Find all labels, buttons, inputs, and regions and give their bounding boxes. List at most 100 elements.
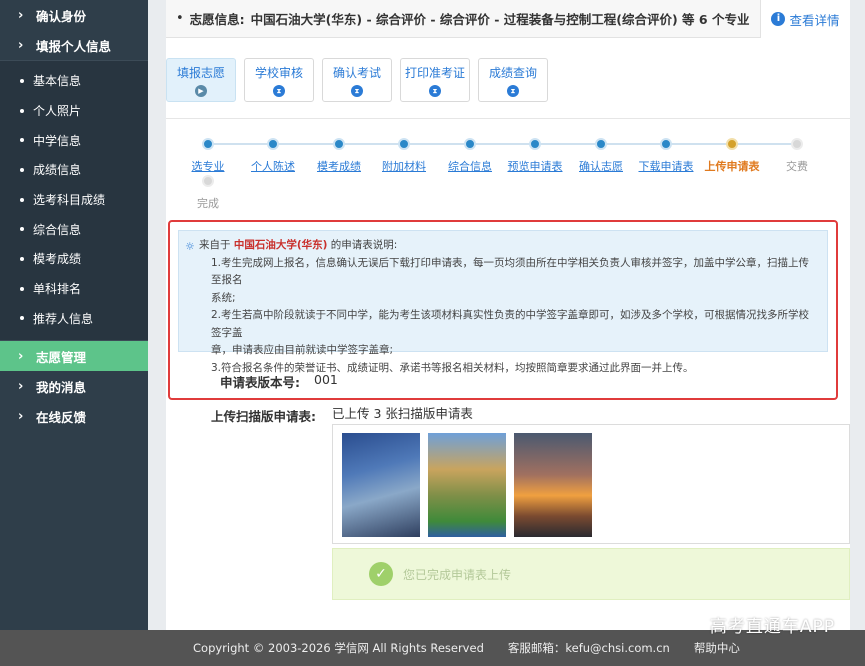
sidebar-subitem-elective-grades[interactable]: 选考科目成绩 — [0, 184, 148, 215]
notice-line-1b: 系统; — [211, 291, 236, 304]
sidebar-submenu: 基本信息 个人照片 中学信息 成绩信息 选考科目成绩 综合信息 模考成绩 单科排… — [0, 60, 148, 342]
sidebar-item-confirm-identity[interactable]: › 确认身份 — [0, 0, 148, 30]
view-details-link[interactable]: i 查看详情 — [760, 0, 850, 38]
sidebar: › 确认身份 › 填报个人信息 基本信息 个人照片 中学信息 成绩信息 选考科目… — [0, 0, 148, 630]
sidebar-item-label: 在线反馈 — [36, 409, 87, 425]
sidebar-subitem-referee-info[interactable]: 推荐人信息 — [0, 303, 148, 334]
uploaded-thumbnails — [332, 424, 850, 544]
step-label: 预览申请表 — [507, 160, 563, 173]
sidebar-item-label: 填报个人信息 — [36, 38, 112, 54]
bullet-icon — [20, 286, 24, 291]
tab-label: 成绩查询 — [488, 65, 537, 80]
sidebar-subitem-label: 基本信息 — [33, 74, 82, 89]
step-mock-scores[interactable]: 模考成绩 — [304, 138, 374, 174]
sidebar-subitem-label: 成绩信息 — [33, 163, 82, 178]
sidebar-item-messages[interactable]: › 我的消息 — [0, 371, 148, 401]
uploaded-image-thumbnail[interactable] — [428, 433, 506, 537]
step-label: 综合信息 — [448, 160, 492, 173]
main-area: • 志愿信息: 中国石油大学(华东) - 综合评价 - 综合评价 - 过程装备与… — [148, 0, 865, 630]
footer-help-link[interactable]: 帮助中心 — [694, 640, 740, 656]
sidebar-item-feedback[interactable]: › 在线反馈 — [0, 401, 148, 431]
progress-steps: 选专业 个人陈述 模考成绩 附加材料 综合信息 预览申请表 确认志愿 下载申请表… — [166, 118, 850, 213]
chevron-right-icon: › — [18, 7, 24, 23]
form-instructions-notice: ☼ 来自于 中国石油大学(华东) 的申请表说明: 1.考生完成网上报名，信息确认… — [178, 230, 828, 374]
notice-prefix: 来自于 — [199, 239, 231, 251]
step-label: 附加材料 — [382, 160, 426, 173]
tab-confirm-exam[interactable]: 确认考试 ⧗ — [322, 58, 392, 102]
notice-line-2b: 章，申请表应由目前就读中学签字盖章; — [211, 344, 394, 356]
step-label: 模考成绩 — [317, 160, 361, 173]
lightbulb-icon: ☼ — [185, 240, 195, 253]
form-version-label: 申请表版本号: — [220, 375, 300, 390]
bullet-icon — [20, 197, 24, 202]
tab-label: 填报志愿 — [176, 65, 225, 80]
sidebar-subitem-comprehensive-info[interactable]: 综合信息 — [0, 214, 148, 245]
sidebar-item-label: 确认身份 — [36, 8, 87, 24]
step-dot — [464, 138, 476, 150]
step-additional-materials[interactable]: 附加材料 — [369, 138, 439, 174]
step-dot-pending — [202, 175, 214, 187]
step-label: 完成 — [197, 197, 219, 210]
sidebar-item-personal-info[interactable]: › 填报个人信息 — [0, 30, 148, 60]
bullet-icon — [20, 227, 24, 232]
uploaded-image-thumbnail[interactable] — [514, 433, 592, 537]
footer-copyright: Copyright © 2003-2026 学信网 All Rights Res… — [193, 641, 484, 655]
step-label: 交费 — [786, 160, 808, 173]
step-dot — [398, 138, 410, 150]
step-upload-form[interactable]: 上传申请表 — [697, 138, 767, 174]
step-label: 确认志愿 — [579, 160, 623, 173]
sidebar-subitem-basic-info[interactable]: 基本信息 — [0, 66, 148, 96]
hourglass-icon: ⧗ — [273, 84, 285, 97]
step-dot-pending — [791, 138, 803, 150]
sidebar-subitem-label: 单科排名 — [33, 282, 82, 297]
tab-school-review[interactable]: 学校审核 ⧗ — [244, 58, 314, 102]
sidebar-subitem-label: 中学信息 — [33, 133, 82, 148]
check-icon: ✓ — [369, 562, 393, 586]
step-confirm-choice[interactable]: 确认志愿 — [566, 138, 636, 174]
sidebar-subitem-school-info[interactable]: 中学信息 — [0, 125, 148, 156]
notice-school-name: 中国石油大学(华东) — [233, 239, 328, 251]
step-dot-current — [726, 138, 738, 150]
step-label: 个人陈述 — [251, 160, 295, 173]
form-version-row: 申请表版本号: 001 — [170, 372, 836, 391]
sidebar-subitem-label: 选考科目成绩 — [33, 193, 106, 208]
step-personal-statement[interactable]: 个人陈述 — [238, 138, 308, 174]
view-details-label: 查看详情 — [789, 12, 840, 28]
bullet-icon: • — [176, 11, 184, 26]
tab-fill-application[interactable]: 填报志愿 ▶ — [166, 58, 236, 102]
step-comprehensive-info[interactable]: 综合信息 — [435, 138, 505, 174]
sidebar-subitem-label: 推荐人信息 — [33, 311, 94, 326]
step-download-form[interactable]: 下载申请表 — [631, 138, 701, 174]
step-dot — [529, 138, 541, 150]
bullet-icon — [20, 167, 24, 172]
sidebar-subitem-subject-ranking[interactable]: 单科排名 — [0, 273, 148, 304]
step-dot — [267, 138, 279, 150]
sidebar-subitem-mock-scores[interactable]: 模考成绩 — [0, 244, 148, 274]
highlight-box: ☼ 来自于 中国石油大学(华东) 的申请表说明: 1.考生完成网上报名，信息确认… — [168, 220, 838, 400]
tab-label: 确认考试 — [332, 65, 381, 80]
sidebar-item-application-management[interactable]: › 志愿管理 — [0, 341, 148, 372]
sidebar-subitem-grades[interactable]: 成绩信息 — [0, 155, 148, 185]
tab-score-query[interactable]: 成绩查询 ⧗ — [478, 58, 548, 102]
notice-line-2: 2.考生若高中阶段就读于不同中学，能为考生该项材料真实性负责的中学签字盖章即可，… — [211, 309, 810, 339]
step-label: 下载申请表 — [638, 160, 694, 173]
step-dot — [595, 138, 607, 150]
bullet-icon — [20, 78, 24, 83]
upload-success-bar: ✓ 您已完成申请表上传 — [332, 548, 850, 600]
application-info-bar: • 志愿信息: 中国石油大学(华东) - 综合评价 - 综合评价 - 过程装备与… — [166, 0, 850, 38]
step-dot — [333, 138, 345, 150]
footer-email[interactable]: 客服邮箱：kefu@chsi.com.cn — [508, 640, 670, 656]
watermark: 高考直通车APP — [709, 617, 835, 637]
chevron-right-icon: › — [18, 408, 24, 424]
uploaded-image-thumbnail[interactable] — [342, 433, 420, 537]
play-icon: ▶ — [195, 84, 207, 97]
step-select-major[interactable]: 选专业 — [173, 138, 243, 174]
notice-line-1: 1.考生完成网上报名，信息确认无误后下载打印申请表，每一页均须由所在中学相关负责… — [211, 256, 810, 287]
sidebar-item-label: 我的消息 — [36, 379, 87, 395]
sidebar-subitem-photo[interactable]: 个人照片 — [0, 95, 148, 126]
form-version-value: 001 — [314, 372, 338, 387]
notice-suffix: 的申请表说明: — [330, 239, 398, 251]
step-dot — [660, 138, 672, 150]
tab-print-admission-ticket[interactable]: 打印准考证 ⧗ — [400, 58, 470, 102]
step-preview-form[interactable]: 预览申请表 — [500, 138, 570, 174]
